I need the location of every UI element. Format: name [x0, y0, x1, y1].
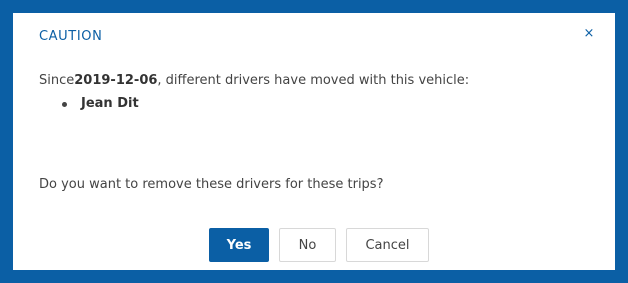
message-date: 2019-12-06: [74, 73, 158, 88]
close-icon[interactable]: ×: [581, 26, 597, 42]
dialog-frame: CAUTION × Since2019-12-06, different dri…: [0, 0, 628, 283]
driver-list: Jean Dit: [62, 96, 139, 111]
bullet-icon: [62, 102, 67, 107]
list-item: Jean Dit: [62, 96, 139, 111]
caution-dialog: CAUTION × Since2019-12-06, different dri…: [13, 13, 615, 270]
driver-name: Jean Dit: [81, 96, 139, 111]
message-suffix: , different drivers have moved with this…: [157, 73, 470, 88]
cancel-button[interactable]: Cancel: [346, 228, 429, 262]
dialog-actions: Yes No Cancel: [209, 228, 429, 262]
dialog-message: Since2019-12-06, different drivers have …: [39, 73, 469, 88]
message-prefix: Since: [39, 73, 75, 88]
dialog-question: Do you want to remove these drivers for …: [39, 177, 384, 192]
no-button[interactable]: No: [279, 228, 336, 262]
dialog-title: CAUTION: [39, 29, 103, 44]
yes-button[interactable]: Yes: [209, 228, 269, 262]
